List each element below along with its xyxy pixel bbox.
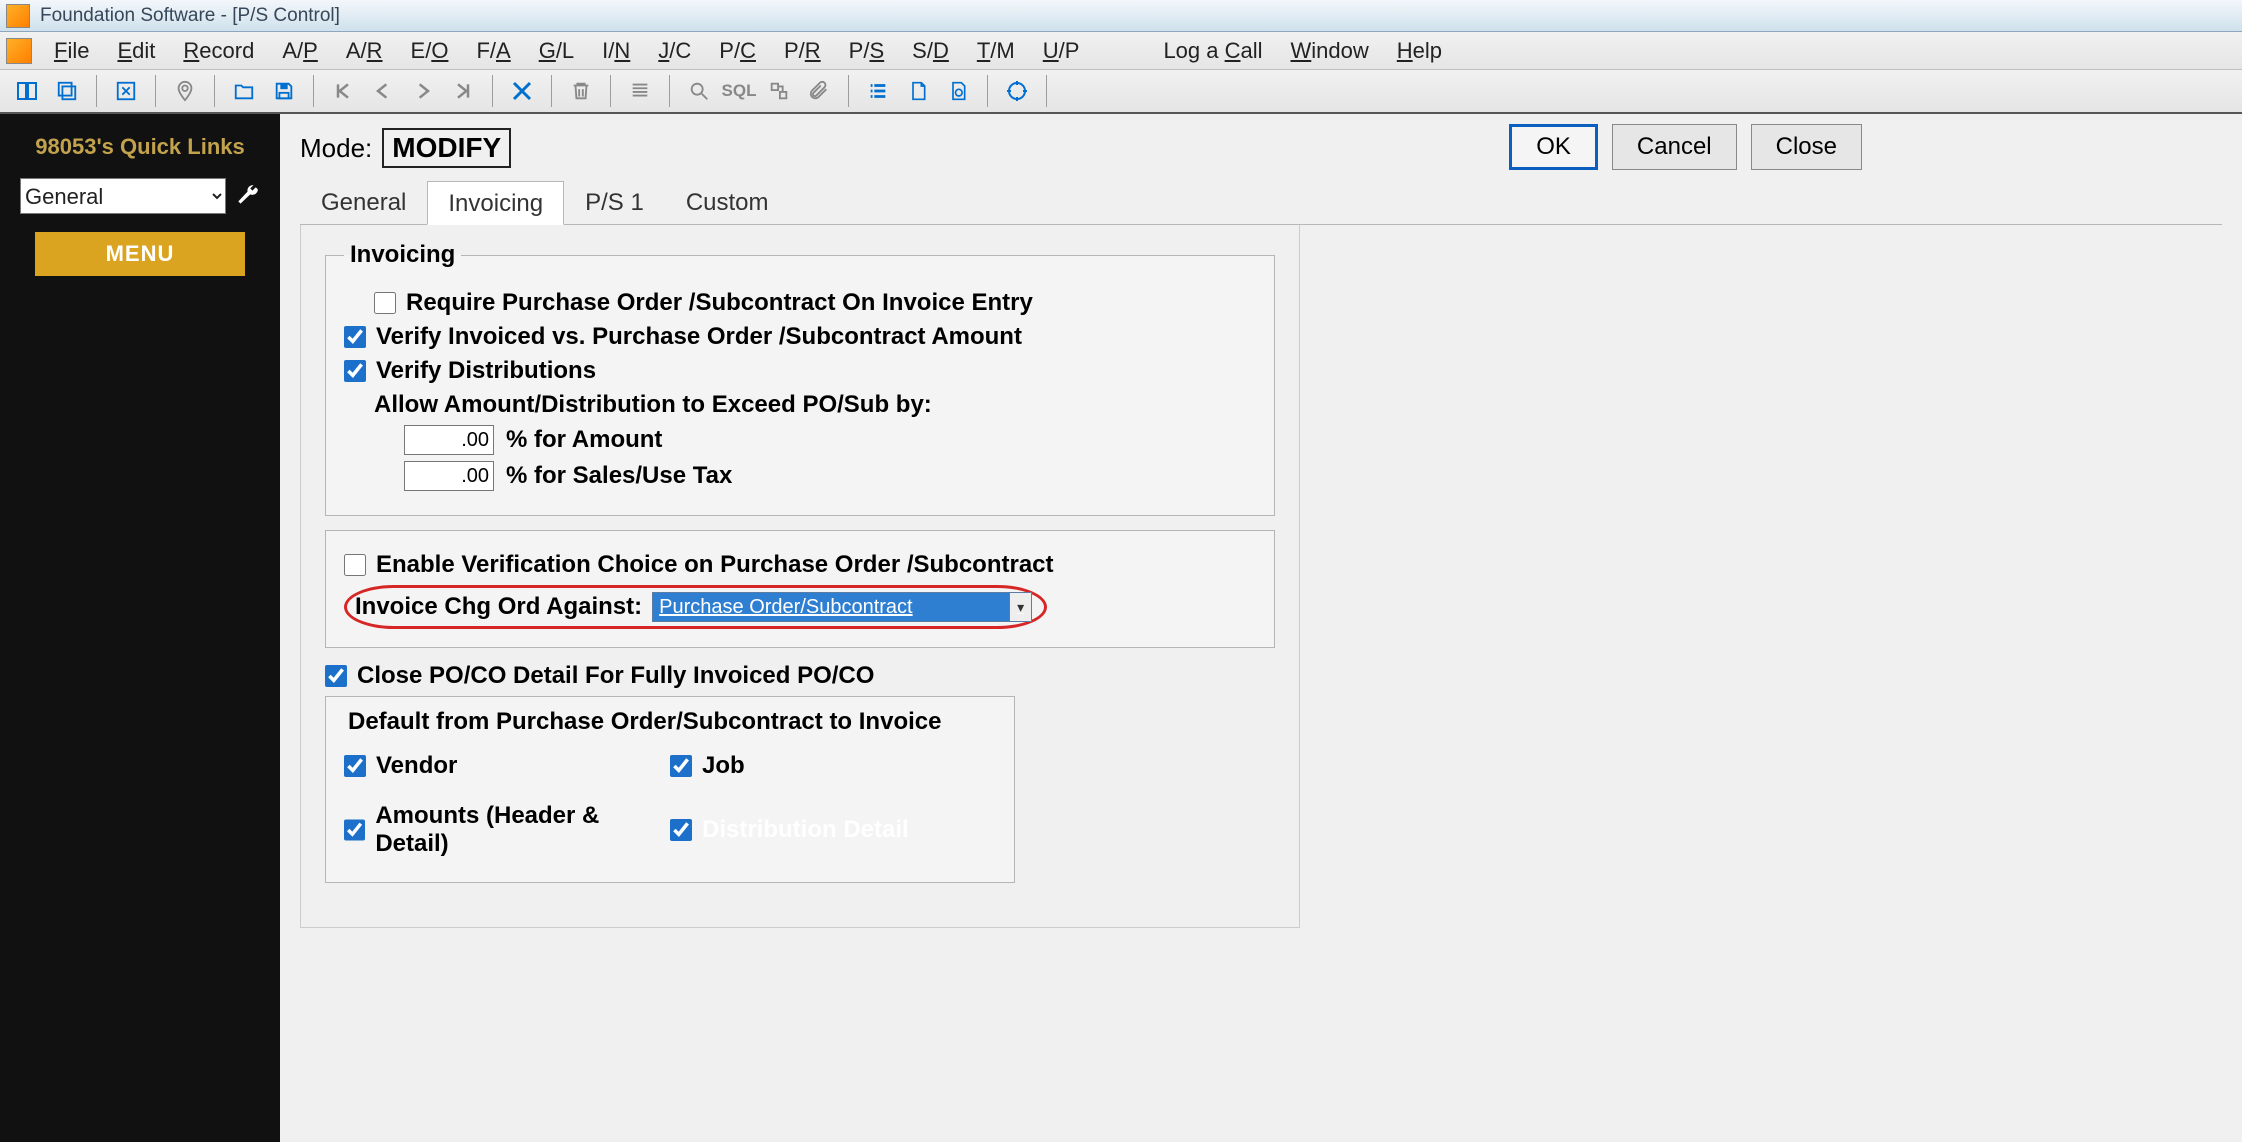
menu-button[interactable]: MENU — [35, 232, 245, 276]
app-logo-icon — [6, 38, 32, 64]
menu-ap[interactable]: A/P — [268, 34, 331, 68]
wrench-icon[interactable] — [234, 183, 260, 209]
quicklinks-dropdown[interactable]: General — [20, 178, 226, 214]
enable-verification-checkbox[interactable] — [344, 554, 366, 576]
menu-up[interactable]: U/P — [1029, 34, 1094, 68]
menu-tm[interactable]: T/M — [963, 34, 1029, 68]
def-amounts-checkbox[interactable] — [344, 819, 365, 841]
close-button[interactable]: Close — [1751, 124, 1862, 170]
def-vendor-label: Vendor — [376, 752, 457, 780]
tab-ps1[interactable]: P/S 1 — [564, 180, 665, 224]
menu-in[interactable]: I/N — [588, 34, 644, 68]
verify-dist-checkbox[interactable] — [344, 360, 366, 382]
sidebar: 98053's Quick Links General MENU — [0, 114, 280, 1142]
cancel-button[interactable]: Cancel — [1612, 124, 1737, 170]
menu-help[interactable]: Help — [1383, 34, 1456, 68]
require-po-checkbox[interactable] — [374, 292, 396, 314]
pct-amount-input[interactable] — [404, 425, 494, 455]
menu-gl[interactable]: G/L — [525, 34, 588, 68]
menu-window[interactable]: Window — [1277, 34, 1383, 68]
menu-pr[interactable]: P/R — [770, 34, 835, 68]
mode-row: Mode: MODIFY — [300, 128, 2222, 168]
close-poco-label: Close PO/CO Detail For Fully Invoiced PO… — [357, 662, 874, 690]
menu-fa[interactable]: F/A — [462, 34, 524, 68]
invoice-chg-dropdown[interactable]: Purchase Order/Subcontract ▾ — [652, 592, 1032, 622]
quick-links-title: 98053's Quick Links — [35, 134, 244, 160]
tool-book-icon[interactable] — [10, 74, 44, 108]
tool-save-icon[interactable] — [267, 74, 301, 108]
menu-pc[interactable]: P/C — [705, 34, 770, 68]
enable-verification-label: Enable Verification Choice on Purchase O… — [376, 551, 1054, 579]
mode-label: Mode: — [300, 133, 372, 164]
tool-windows-icon[interactable] — [50, 74, 84, 108]
toolbar: SQL — [0, 70, 2242, 114]
button-row: OK Cancel Close — [1509, 124, 1862, 170]
pct-amount-label: % for Amount — [506, 426, 662, 454]
tab-invoicing[interactable]: Invoicing — [427, 181, 564, 225]
invoicing-fieldset: Invoicing Require Purchase Order /Subcon… — [325, 241, 1275, 516]
pct-tax-label: % for Sales/Use Tax — [506, 462, 732, 490]
tool-attach-icon[interactable] — [802, 74, 836, 108]
def-dist-label: Distribution Detail — [702, 816, 909, 844]
tool-target-icon[interactable] — [1000, 74, 1034, 108]
tab-custom[interactable]: Custom — [665, 180, 790, 224]
menu-ar[interactable]: A/R — [332, 34, 397, 68]
window-title: Foundation Software - [P/S Control] — [40, 5, 340, 27]
allow-exceed-label: Allow Amount/Distribution to Exceed PO/S… — [374, 391, 1256, 419]
mode-value: MODIFY — [382, 128, 511, 168]
verify-dist-label: Verify Distributions — [376, 357, 596, 385]
titlebar: Foundation Software - [P/S Control] — [0, 0, 2242, 32]
chevron-down-icon: ▾ — [1009, 593, 1031, 621]
tool-close-square-icon[interactable] — [109, 74, 143, 108]
tool-location-icon[interactable] — [168, 74, 202, 108]
invoice-chg-label: Invoice Chg Ord Against: — [355, 593, 642, 621]
verify-invoiced-checkbox[interactable] — [344, 326, 366, 348]
default-from-legend: Default from Purchase Order/Subcontract … — [344, 708, 945, 736]
tool-list2-icon[interactable] — [861, 74, 895, 108]
app-logo-icon — [6, 4, 30, 28]
highlight-annotation: Invoice Chg Ord Against: Purchase Order/… — [344, 585, 1047, 629]
tool-sql-icon[interactable]: SQL — [722, 74, 756, 108]
menu-jc[interactable]: J/C — [644, 34, 705, 68]
def-job-checkbox[interactable] — [670, 755, 692, 777]
verification-fieldset: Enable Verification Choice on Purchase O… — [325, 530, 1275, 648]
tool-prev-icon[interactable] — [366, 74, 400, 108]
tool-trash-icon[interactable] — [564, 74, 598, 108]
menu-sd[interactable]: S/D — [898, 34, 963, 68]
tab-panel-invoicing: Invoicing Require Purchase Order /Subcon… — [300, 225, 1300, 928]
close-poco-checkbox[interactable] — [325, 665, 347, 687]
menu-record[interactable]: Record — [169, 34, 268, 68]
menu-edit[interactable]: Edit — [103, 34, 169, 68]
default-from-fieldset: Default from Purchase Order/Subcontract … — [325, 696, 1015, 883]
tool-list-icon[interactable] — [623, 74, 657, 108]
tabs: General Invoicing P/S 1 Custom — [300, 180, 2222, 225]
menubar: File Edit Record A/P A/R E/O F/A G/L I/N… — [0, 32, 2242, 70]
def-vendor-checkbox[interactable] — [344, 755, 366, 777]
def-job-label: Job — [702, 752, 745, 780]
verify-invoiced-label: Verify Invoiced vs. Purchase Order /Subc… — [376, 323, 1022, 351]
invoice-chg-value: Purchase Order/Subcontract — [659, 596, 912, 619]
invoicing-legend: Invoicing — [344, 241, 461, 269]
require-po-label: Require Purchase Order /Subcontract On I… — [406, 289, 1033, 317]
tool-funddoc-icon[interactable] — [941, 74, 975, 108]
tool-first-icon[interactable] — [326, 74, 360, 108]
def-amounts-label: Amounts (Header & Detail) — [375, 802, 670, 858]
tool-newdoc-icon[interactable] — [901, 74, 935, 108]
tool-cancel-icon[interactable] — [505, 74, 539, 108]
menu-ps[interactable]: P/S — [835, 34, 898, 68]
tool-search-icon[interactable] — [682, 74, 716, 108]
tool-folder-icon[interactable] — [227, 74, 261, 108]
def-dist-checkbox[interactable] — [670, 819, 692, 841]
pct-tax-input[interactable] — [404, 461, 494, 491]
menu-file[interactable]: File — [40, 34, 103, 68]
ok-button[interactable]: OK — [1509, 124, 1598, 170]
tool-last-icon[interactable] — [446, 74, 480, 108]
tab-general[interactable]: General — [300, 180, 427, 224]
main-layout: 98053's Quick Links General MENU Mode: M… — [0, 114, 2242, 1142]
menu-eo[interactable]: E/O — [397, 34, 463, 68]
tool-next-icon[interactable] — [406, 74, 440, 108]
tool-link-icon[interactable] — [762, 74, 796, 108]
content-area: Mode: MODIFY OK Cancel Close General Inv… — [280, 114, 2242, 1142]
menu-log-call[interactable]: Log a Call — [1149, 34, 1276, 68]
